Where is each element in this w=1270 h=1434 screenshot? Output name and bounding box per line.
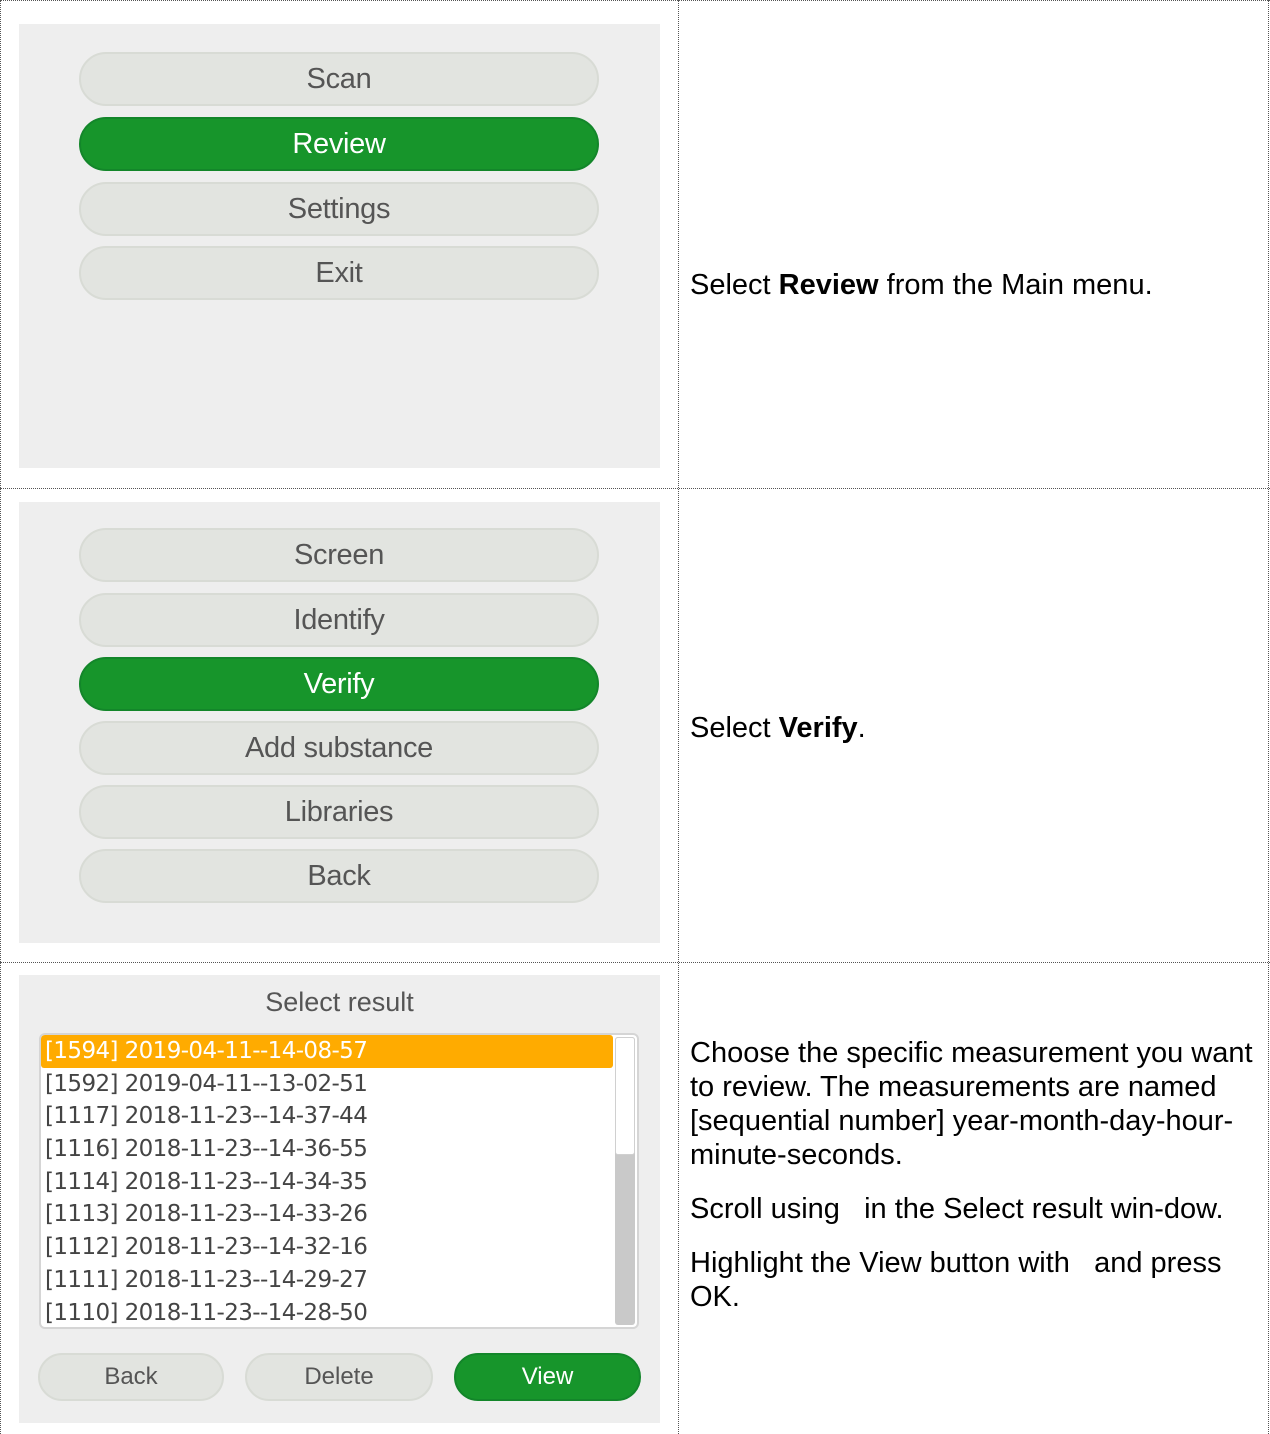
review-menu-screenshot: Screen Identify Verify Add substance Lib… — [19, 502, 660, 943]
row-divider — [0, 488, 1270, 489]
row-divider — [0, 962, 1270, 963]
view-button[interactable]: View — [454, 1353, 641, 1401]
back-button[interactable]: Back — [79, 849, 599, 903]
caption-bold: Verify — [778, 712, 858, 744]
list-item[interactable]: [1110] 2018-11-23--14-28-50 — [41, 1297, 613, 1328]
list-item[interactable]: [1594] 2019-04-11--14-08-57 — [41, 1035, 613, 1068]
select-result-title: Select result — [265, 987, 414, 1017]
scan-button[interactable]: Scan — [79, 52, 599, 106]
identify-button[interactable]: Identify — [79, 593, 599, 647]
list-item[interactable]: [1112] 2018-11-23--14-32-16 — [41, 1231, 613, 1264]
step3-caption: Choose the specific measurement you want… — [690, 1036, 1260, 1334]
caption-paragraph: Choose the specific measurement you want… — [690, 1037, 1253, 1171]
step2-caption: Select Verify. — [690, 711, 1260, 765]
column-divider — [0, 0, 1, 1434]
list-item[interactable]: [1111] 2018-11-23--14-29-27 — [41, 1264, 613, 1297]
list-item[interactable]: [1113] 2018-11-23--14-33-26 — [41, 1198, 613, 1231]
caption-bold: Review — [778, 269, 879, 301]
list-item[interactable]: [1114] 2018-11-23--14-34-35 — [41, 1166, 613, 1199]
delete-button[interactable]: Delete — [245, 1353, 433, 1401]
verify-button[interactable]: Verify — [79, 657, 599, 711]
add-substance-button[interactable]: Add substance — [79, 721, 599, 775]
column-divider — [678, 0, 679, 1434]
list-item[interactable]: [1116] 2018-11-23--14-36-55 — [41, 1133, 613, 1166]
column-divider — [1268, 0, 1269, 1434]
select-result-screenshot: Select result [1594] 2019-04-11--14-08-5… — [19, 975, 660, 1423]
scrollbar-thumb[interactable] — [615, 1037, 635, 1155]
main-menu-screenshot: Scan Review Settings Exit — [19, 24, 660, 468]
review-button[interactable]: Review — [79, 117, 599, 171]
caption-text: from the Main menu. — [878, 269, 1153, 301]
screen-button[interactable]: Screen — [79, 528, 599, 582]
result-list[interactable]: [1594] 2019-04-11--14-08-57 [1592] 2019-… — [39, 1033, 639, 1329]
caption-text: Select — [690, 269, 779, 301]
caption-text: Select — [690, 712, 779, 744]
libraries-button[interactable]: Libraries — [79, 785, 599, 839]
list-item[interactable]: [1117] 2018-11-23--14-37-44 — [41, 1100, 613, 1133]
exit-button[interactable]: Exit — [79, 246, 599, 300]
caption-paragraph: Highlight the View button with and press… — [690, 1247, 1230, 1313]
back-button[interactable]: Back — [38, 1353, 224, 1401]
step1-caption: Select Review from the Main menu. — [690, 268, 1260, 322]
caption-text: . — [857, 712, 866, 744]
settings-button[interactable]: Settings — [79, 182, 599, 236]
list-item[interactable]: [1592] 2019-04-11--13-02-51 — [41, 1068, 613, 1101]
caption-paragraph: Scroll using in the Select result win-do… — [690, 1193, 1224, 1225]
list-scrollbar[interactable] — [615, 1037, 635, 1325]
row-divider — [0, 0, 1270, 1]
